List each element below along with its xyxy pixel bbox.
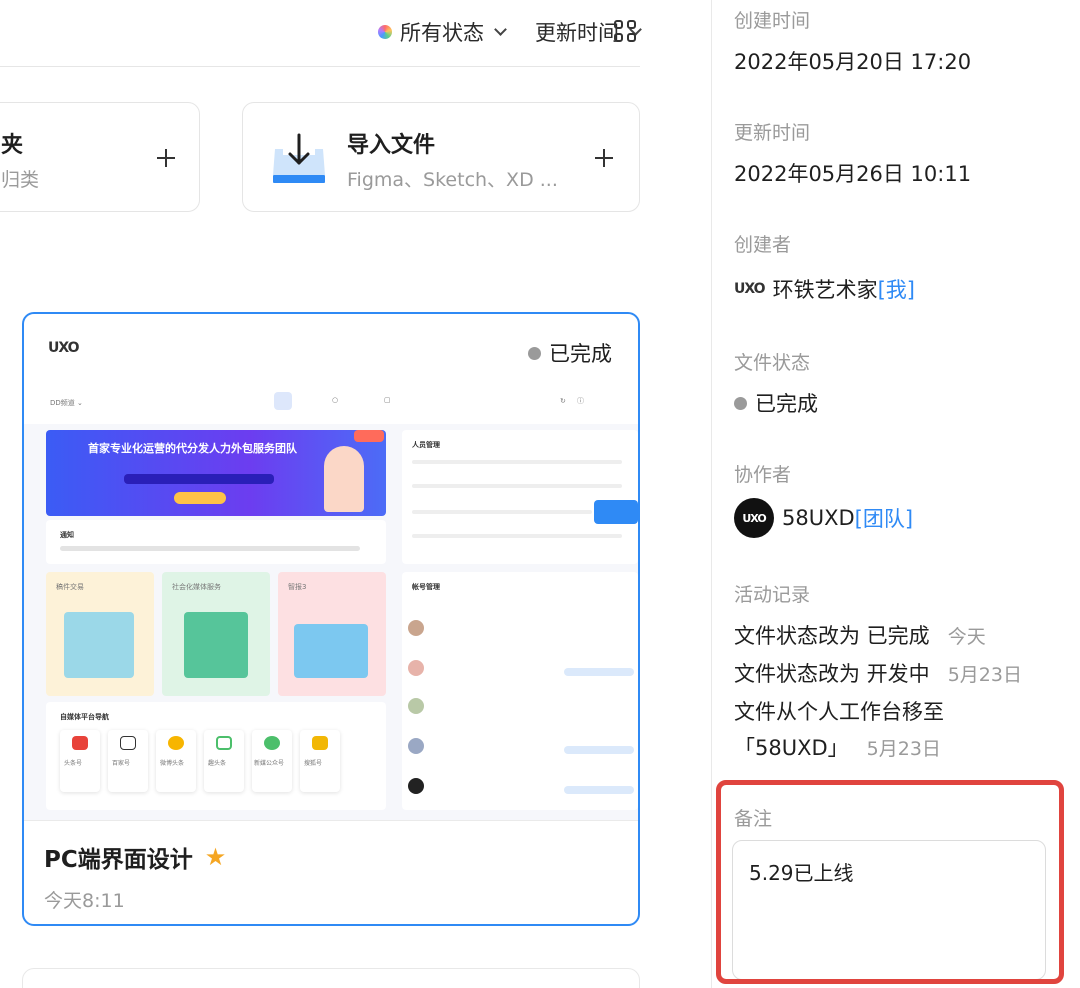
- preview-platform-item: 新媒公众号: [254, 760, 285, 767]
- updated-time-value: 2022年05月26日 10:11: [734, 162, 972, 186]
- chevron-down-icon: [494, 23, 507, 36]
- preview-platform-item: 微博头条: [160, 760, 185, 767]
- plus-icon[interactable]: [157, 149, 175, 167]
- status-dot-icon: [734, 396, 747, 410]
- preview-card-2: 社会化媒体服务: [172, 583, 221, 591]
- activity-time: 今天: [947, 626, 986, 648]
- preview-people-section: 人员管理: [412, 441, 440, 449]
- preview-platform-item: 搜狐号: [304, 760, 323, 767]
- preview-card-3: 智报3: [288, 583, 307, 591]
- project-team-logo: UXO: [48, 340, 80, 356]
- activity-label: 活动记录: [734, 584, 811, 606]
- activity-text: 文件状态改为 已完成: [734, 624, 930, 648]
- preview-notice: 通知: [60, 531, 74, 539]
- creator-row: UXO 环铁艺术家 [我]: [734, 274, 915, 304]
- activity-item: 「58UXD」 5月23日: [734, 732, 941, 762]
- project-name: PC端界面设计: [44, 847, 193, 873]
- activity-text: 文件状态改为 开发中: [734, 662, 930, 686]
- collaborator-name: 58UXD: [782, 506, 855, 530]
- new-folder-card[interactable]: 夹 归类: [0, 102, 200, 212]
- collaborator-team-tag[interactable]: [团队]: [855, 503, 913, 533]
- preview-banner-title: 首家专业化运营的代分发人力外包服务团队: [88, 442, 297, 455]
- creator-logo: UXO: [734, 281, 766, 297]
- new-folder-subtitle: 归类: [1, 169, 40, 191]
- preview-platform-item: 头条号: [64, 760, 83, 767]
- project-card[interactable]: [22, 968, 640, 988]
- team-avatar: UXO: [734, 498, 774, 538]
- creator-self-tag[interactable]: [我]: [878, 274, 915, 304]
- activity-time: 5月23日: [947, 664, 1022, 686]
- file-status-row[interactable]: 已完成: [734, 388, 818, 418]
- activity-text: 「58UXD」: [734, 736, 849, 760]
- preview-platform-title: 自媒体平台导航: [60, 713, 109, 721]
- activity-text: 文件从个人工作台移至: [734, 700, 944, 724]
- activity-item: 文件状态改为 开发中 5月23日: [734, 658, 1022, 688]
- project-status-badge: 已完成: [528, 338, 612, 368]
- preview-card-1: 稿件交易: [56, 583, 84, 591]
- star-icon[interactable]: ★: [205, 843, 227, 871]
- project-card[interactable]: UXO 已完成 DD频道 ⌄ ○ ▢ ↻ ⓘ 首家专业化运营的代分发人力外包服务…: [22, 312, 640, 926]
- import-file-title: 导入文件: [347, 133, 436, 158]
- file-status-value: 已完成: [755, 392, 818, 416]
- plus-icon[interactable]: [595, 149, 613, 167]
- file-status-label: 文件状态: [734, 352, 811, 374]
- workspace-main: 所有状态 更新时间 夹 归类 导入文件 Figma、Sketch、XD ... …: [0, 0, 712, 988]
- sort-filter-label: 更新时间: [535, 21, 619, 45]
- activity-time: 5月23日: [866, 738, 941, 760]
- import-file-card[interactable]: 导入文件 Figma、Sketch、XD ...: [242, 102, 640, 212]
- status-filter-label: 所有状态: [400, 21, 484, 45]
- status-filter-dropdown[interactable]: 所有状态: [378, 17, 507, 47]
- project-name-row: PC端界面设计 ★: [44, 840, 226, 874]
- status-color-icon: [378, 25, 392, 39]
- creator-name: 环铁艺术家: [772, 278, 878, 302]
- import-file-subtitle: Figma、Sketch、XD ...: [347, 169, 558, 191]
- grid-view-icon[interactable]: [614, 20, 636, 42]
- updated-time-label: 更新时间: [734, 122, 811, 144]
- collaborator-label: 协作者: [734, 464, 792, 486]
- project-thumbnail: DD频道 ⌄ ○ ▢ ↻ ⓘ 首家专业化运营的代分发人力外包服务团队 通知 人员…: [24, 384, 638, 820]
- preview-account-section: 帐号管理: [412, 583, 440, 591]
- filter-bar: 所有状态 更新时间: [378, 14, 642, 50]
- card-divider: [24, 820, 638, 821]
- creator-label: 创建者: [734, 234, 792, 256]
- toolbar-divider: [0, 66, 640, 67]
- activity-item: 文件从个人工作台移至: [734, 696, 944, 726]
- project-status-label: 已完成: [549, 342, 612, 366]
- created-time-label: 创建时间: [734, 10, 811, 32]
- note-highlight-frame: [716, 780, 1064, 984]
- preview-platform-item: 百家号: [112, 760, 131, 767]
- created-time-value: 2022年05月20日 17:20: [734, 50, 972, 74]
- collaborator-row: UXO 58UXD [团队]: [734, 498, 913, 538]
- preview-platform-item: 趣头条: [208, 760, 227, 767]
- import-file-icon: [273, 133, 325, 183]
- status-dot-icon: [528, 346, 541, 360]
- activity-item: 文件状态改为 已完成 今天: [734, 620, 986, 650]
- new-folder-title: 夹: [1, 133, 24, 158]
- project-updated-time: 今天8:11: [44, 890, 125, 912]
